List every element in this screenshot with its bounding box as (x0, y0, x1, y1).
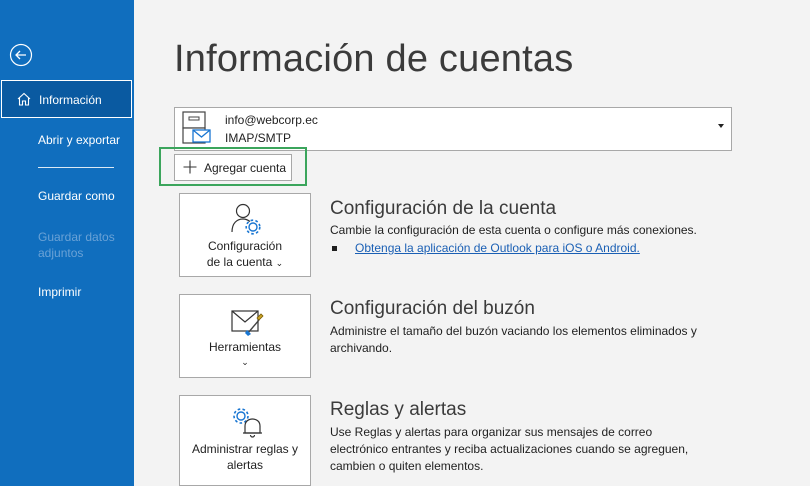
back-arrow-icon (9, 43, 33, 67)
tools-tile[interactable]: Herramientas ⌄ (179, 294, 311, 378)
tile-label-line1: Administrar reglas y (191, 442, 299, 456)
nav-item-label: Imprimir (38, 285, 82, 299)
nav-item-label: Información (39, 93, 102, 107)
section-title-rules: Reglas y alertas (330, 399, 467, 420)
mailbox-tools-icon (231, 310, 264, 336)
home-icon (17, 92, 31, 106)
main-content: Información de cuentas info@webcorp.ec I… (134, 0, 810, 486)
nav-item-guardar-adjuntos: Guardar datos adjuntos (38, 229, 128, 261)
user-settings-icon (231, 203, 261, 235)
account-type: IMAP/SMTP (225, 131, 292, 145)
back-button[interactable] (9, 43, 33, 67)
chevron-down-icon: ⌄ (275, 258, 284, 268)
nav-item-imprimir[interactable]: Imprimir (0, 285, 134, 301)
tile-label-text: de la cuenta (206, 255, 273, 269)
chevron-down-icon (718, 124, 724, 128)
tile-label-line1: Configuración (207, 239, 283, 253)
nav-item-abrir-exportar[interactable]: Abrir y exportar (0, 133, 134, 149)
account-email: info@webcorp.ec (225, 113, 318, 127)
section-desc-mailbox: Administre el tamaño del buzón vaciando … (330, 324, 697, 355)
account-settings-tile[interactable]: Configuración de la cuenta ⌄ (179, 193, 311, 277)
nav-item-label-line2: adjuntos (38, 246, 84, 260)
backstage-sidebar: Información Abrir y exportar Guardar com… (0, 0, 134, 486)
outlook-mobile-link[interactable]: Obtenga la aplicación de Outlook para iO… (355, 241, 640, 255)
nav-item-guardar-como[interactable]: Guardar como (0, 189, 134, 205)
page-title: Información de cuentas (174, 38, 574, 80)
account-mailbox-icon (182, 111, 211, 144)
chevron-down-icon: ⌄ (241, 357, 249, 367)
nav-item-label: Abrir y exportar (38, 133, 121, 147)
section-title-account: Configuración de la cuenta (330, 198, 557, 219)
tile-label-line2: de la cuenta ⌄ (180, 254, 310, 271)
account-selector[interactable]: info@webcorp.ec IMAP/SMTP (174, 107, 732, 151)
nav-item-informacion[interactable]: Información (1, 80, 132, 118)
bullet-icon (332, 246, 337, 251)
section-title-mailbox: Configuración del buzón (330, 298, 535, 319)
add-account-label: Agregar cuenta (204, 161, 287, 175)
rules-alerts-tile[interactable]: Administrar reglas y alertas (179, 395, 311, 486)
section-desc-account: Cambie la configuración de esta cuenta o… (330, 223, 697, 237)
rules-alerts-icon (233, 408, 262, 438)
add-account-button[interactable]: Agregar cuenta (174, 154, 292, 181)
tile-label-line2: alertas (226, 458, 264, 472)
nav-divider (38, 167, 114, 168)
nav-item-label-line1: Guardar datos (38, 230, 115, 244)
nav-item-label: Guardar como (38, 189, 115, 203)
plus-icon (183, 160, 197, 174)
section-desc-rules: Use Reglas y alertas para organizar sus … (330, 425, 689, 473)
